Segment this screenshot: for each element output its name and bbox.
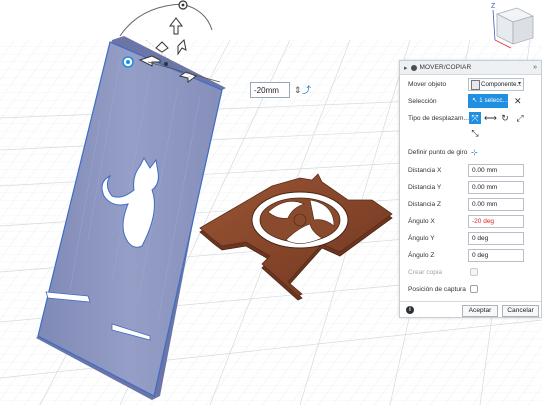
capture-position-row: Posición de captura <box>400 281 542 297</box>
angle-x-row: Ángulo X -20 deg <box>400 213 542 229</box>
set-pivot-icon[interactable]: ⊹ <box>471 148 478 157</box>
clear-selection-icon[interactable]: ✕ <box>514 96 522 107</box>
distance-y-label: Distancia Y <box>408 183 442 191</box>
selection-row: Selección ↖ 1 selecc... ✕ <box>400 93 542 109</box>
angle-y-input[interactable]: 0 deg <box>468 231 524 245</box>
selection-label: Selección <box>408 97 437 105</box>
export-arrow-icon[interactable]: ⤴ <box>302 85 311 95</box>
move-copy-panel: ▸ MOVER/COPIAR » Mover objeto Componente… <box>399 60 542 318</box>
free-move-icon[interactable]: ⤧ <box>469 112 481 124</box>
distance-x-input[interactable]: 0.00 mm <box>468 163 524 177</box>
move-object-value: Componente... <box>481 80 522 88</box>
panel-status-dot <box>410 64 417 71</box>
move-object-row: Mover objeto Componente... ▾ <box>400 76 542 92</box>
distance-z-row: Distancia Z 0.00 mm <box>400 196 542 212</box>
capture-position-checkbox[interactable] <box>470 285 478 293</box>
angle-x-label: Ángulo X <box>408 217 435 225</box>
view-cube[interactable]: Z <box>483 0 539 56</box>
capture-position-label: Posición de captura <box>408 285 466 293</box>
translate-icon[interactable]: ⟷ <box>484 112 497 124</box>
ok-button[interactable]: Aceptar <box>462 305 498 317</box>
ruler-icon[interactable]: ⇕ <box>294 85 302 95</box>
distance-input[interactable]: -20mm <box>250 82 290 98</box>
move-object-label: Mover objeto <box>408 80 447 88</box>
distance-x-label: Distancia X <box>408 166 442 174</box>
chevron-down-icon: ▾ <box>517 80 521 87</box>
create-copy-row: Crear copia <box>400 264 542 280</box>
distance-y-row: Distancia Y 0.00 mm <box>400 179 542 195</box>
move-type-row-2: ⤡ <box>400 125 542 141</box>
angle-y-row: Ángulo Y 0 deg <box>400 230 542 246</box>
point-to-position-icon[interactable]: ⤡ <box>469 127 481 139</box>
distance-z-input[interactable]: 0.00 mm <box>468 197 524 211</box>
more-icon[interactable]: » <box>533 64 537 71</box>
angle-z-label: Ángulo Z <box>408 251 435 259</box>
z-axis-label: Z <box>491 3 496 10</box>
angle-y-label: Ángulo Y <box>408 234 435 242</box>
pivot-label: Definir punto de giro <box>408 148 468 156</box>
angle-z-row: Ángulo Z 0 deg <box>400 247 542 263</box>
angle-z-input[interactable]: 0 deg <box>468 248 524 262</box>
info-icon[interactable]: i <box>406 306 414 314</box>
panel-header: ▸ MOVER/COPIAR » <box>400 61 541 75</box>
move-object-dropdown[interactable]: Componente... ▾ <box>468 77 524 91</box>
point-to-point-icon[interactable]: ⤢ <box>514 112 526 124</box>
distance-z-label: Distancia Z <box>408 200 441 208</box>
cancel-button[interactable]: Cancelar <box>502 305 539 317</box>
move-type-row: Tipo de desplazam... ⤧ ⟷ ↻ ⤢ <box>400 110 542 126</box>
panel-footer: i Aceptar Cancelar <box>400 301 541 319</box>
pivot-row: Definir punto de giro ⊹ <box>400 144 542 160</box>
component-icon <box>471 79 480 90</box>
angle-x-input[interactable]: -20 deg <box>468 214 524 228</box>
selection-button[interactable]: ↖ 1 selecc... <box>468 94 508 108</box>
distance-x-row: Distancia X 0.00 mm <box>400 162 542 178</box>
selection-value: 1 selecc... <box>479 97 508 104</box>
distance-y-input[interactable]: 0.00 mm <box>468 180 524 194</box>
create-copy-checkbox[interactable] <box>470 268 478 276</box>
move-type-label: Tipo de desplazam... <box>408 114 469 122</box>
create-copy-label: Crear copia <box>408 268 443 276</box>
panel-title: MOVER/COPIAR <box>419 64 472 71</box>
collapse-icon[interactable]: ▸ <box>404 64 408 72</box>
rotate-icon[interactable]: ↻ <box>499 112 511 124</box>
